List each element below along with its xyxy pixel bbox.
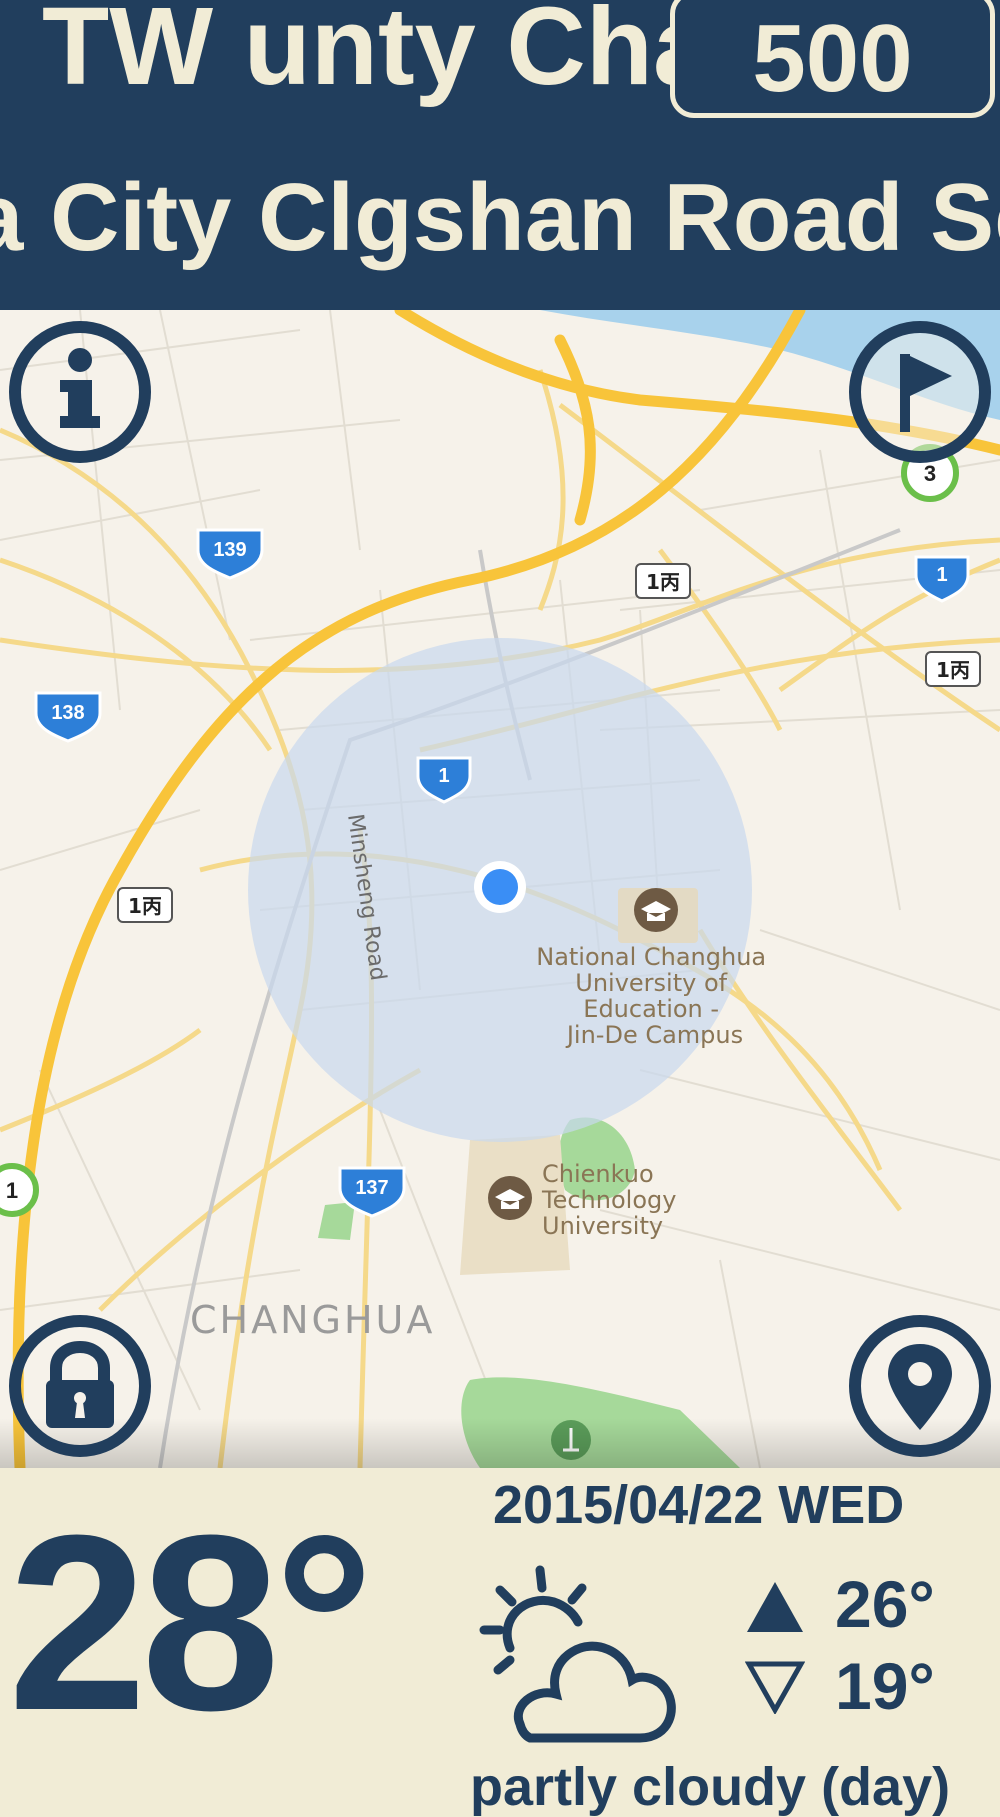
high-temperature: 26° <box>835 1567 935 1641</box>
chienkuo-label-line: Technology <box>541 1186 676 1214</box>
arrow-down-icon <box>745 1661 805 1714</box>
lock-icon <box>9 1315 151 1457</box>
low-temperature: 19° <box>835 1649 935 1723</box>
county-marquee: TW unty Cha <box>42 0 715 108</box>
shield-label: 1丙 <box>128 894 162 918</box>
arrow-up-icon <box>747 1582 803 1632</box>
current-temperature: 28° <box>8 1483 374 1762</box>
shield-label: 138 <box>51 702 84 724</box>
ncue-label-line: Education - <box>583 995 719 1023</box>
lock-button[interactable] <box>6 1312 154 1460</box>
location-pin-icon <box>849 1315 991 1457</box>
shield-label: 139 <box>213 539 246 561</box>
location-button[interactable] <box>846 1312 994 1460</box>
header-bar: TW unty Cha 500 a City Clgshan Road Se <box>0 0 1000 310</box>
weather-condition: partly cloudy (day) <box>470 1757 951 1817</box>
park-area-tiny <box>318 1202 355 1240</box>
shield-139: 139 <box>196 528 264 580</box>
ncue-label-line: National Changhua <box>536 943 766 971</box>
shield-138: 138 <box>34 691 102 743</box>
shield-label: 137 <box>355 1177 388 1199</box>
shield-1bing-east: 1丙 <box>925 651 981 687</box>
map-canvas[interactable]: 139 138 137 1 1 1丙 1丙 1丙 3 1 Minsheng Ro… <box>0 310 1000 1468</box>
partly-cloudy-day-icon <box>479 1565 676 1743</box>
city-label: CHANGHUA <box>190 1298 435 1342</box>
shield-1-west-provincial: 1 <box>0 1163 39 1217</box>
shield-1bing-west: 1丙 <box>117 887 173 923</box>
chienkuo-label: Chienkuo Technology University <box>541 1160 684 1240</box>
map-view[interactable]: 139 138 137 1 1 1丙 1丙 1丙 3 1 Minsheng Ro… <box>0 310 1000 1468</box>
shield-label: 1 <box>936 564 947 586</box>
info-button[interactable] <box>6 318 154 466</box>
shield-label: 1 <box>6 1178 18 1203</box>
date-label: 2015/04/22 WED <box>493 1475 905 1535</box>
flag-icon <box>849 321 991 463</box>
user-location-dot-core <box>482 869 518 905</box>
shield-label: 1丙 <box>646 570 680 594</box>
shield-label: 1 <box>438 765 449 787</box>
chienkuo-label-line: Chienkuo <box>542 1160 654 1188</box>
ncue-label-line: Jin-De Campus <box>565 1021 743 1049</box>
flag-button[interactable] <box>846 318 994 466</box>
chienkuo-label-line: University <box>542 1212 663 1240</box>
weather-panel: 28° 2015/04/22 WED 26° 19° partly cloudy… <box>0 1468 1000 1814</box>
road-marquee: a City Clgshan Road Se <box>0 164 1000 271</box>
info-icon <box>9 321 151 463</box>
shield-1bing-north: 1丙 <box>635 563 691 599</box>
ncue-label-line: University of <box>575 969 727 997</box>
shield-label: 1丙 <box>936 658 970 682</box>
speed-value: 500 <box>670 0 995 118</box>
